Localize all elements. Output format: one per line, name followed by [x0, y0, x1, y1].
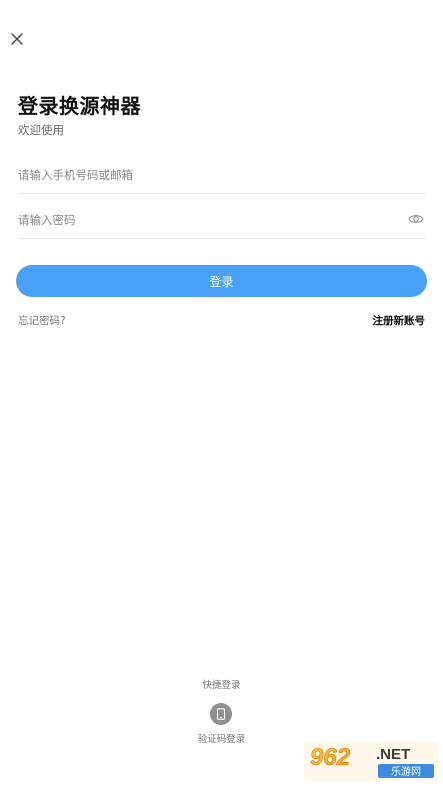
page-title: 登录换源神器 [18, 94, 141, 118]
watermark-logo: 962 .NET 乐游网 [304, 741, 438, 781]
register-link[interactable]: 注册新账号 [373, 313, 426, 328]
phone-email-input[interactable] [18, 164, 398, 186]
eye-icon [408, 215, 424, 223]
login-button[interactable]: 登录 [16, 265, 427, 297]
password-input[interactable] [18, 209, 398, 231]
phone-icon [216, 708, 226, 720]
close-icon [11, 33, 23, 45]
login-screen: 登录换源神器 欢迎使用 登录 忘记密码? 注册新账号 快捷登录 验证码登录 [0, 0, 443, 787]
phone-field [18, 156, 425, 194]
sms-login-button[interactable] [210, 703, 232, 725]
quick-login-label: 快捷登录 [202, 680, 241, 691]
password-field [18, 201, 425, 239]
watermark-domain: .NET [376, 746, 410, 763]
page-subtitle: 欢迎使用 [18, 123, 64, 137]
watermark-site-name: 乐游网 [391, 765, 421, 778]
watermark-brand: 962 [310, 744, 351, 771]
forgot-password-link[interactable]: 忘记密码? [18, 313, 66, 328]
close-button[interactable] [7, 29, 27, 49]
toggle-password-visibility-button[interactable] [407, 210, 425, 228]
